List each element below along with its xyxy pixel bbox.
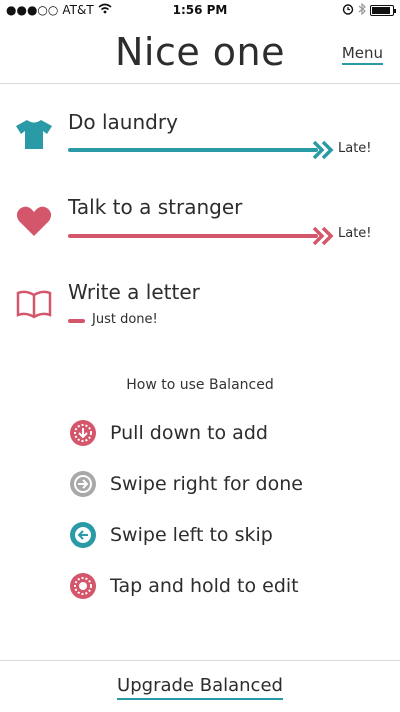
chevron-right-icon [312,140,334,164]
task-status: Late! [338,141,372,156]
book-icon [14,284,54,324]
task-progress-bar [68,234,318,238]
howto-item: Swipe left to skip [70,520,273,550]
status-bar: ●●●○○ AT&T 1:56 PM [0,0,400,22]
arrow-down-icon [70,420,96,446]
howto-label: Swipe right for done [110,473,303,495]
task-item[interactable]: Write a letter Just done! [0,280,400,340]
upgrade-container: Upgrade Balanced [0,675,400,700]
heart-icon [14,201,54,241]
howto-item: Pull down to add [70,418,268,448]
upgrade-button[interactable]: Upgrade Balanced [117,675,283,700]
task-title: Write a letter [68,280,200,304]
header: Nice one Menu [0,22,400,84]
howto-item: Tap and hold to edit [70,571,299,601]
arrow-left-icon [70,522,96,548]
battery-fill [372,7,390,14]
arrow-right-icon [70,471,96,497]
battery-icon [370,5,396,16]
task-title: Talk to a stranger [68,195,243,219]
bluetooth-icon [358,2,366,18]
menu-button[interactable]: Menu [341,44,383,65]
task-progress-bar [68,319,85,323]
chevron-right-icon [312,226,334,250]
task-item[interactable]: Talk to a stranger Late! [0,195,400,255]
task-status: Late! [338,226,372,241]
howto-label: Swipe left to skip [110,524,273,546]
page-title: Nice one [114,30,286,74]
task-progress-bar [68,148,318,152]
footer: Upgrade Balanced [0,660,400,712]
status-right [342,2,396,18]
tshirt-icon [14,114,54,154]
status-time: 1:56 PM [172,3,228,17]
alarm-icon [342,3,354,18]
howto-title: How to use Balanced [126,377,274,393]
howto-item: Swipe right for done [70,469,303,499]
howto-label: Pull down to add [110,422,268,444]
task-title: Do laundry [68,110,178,134]
dot-icon [70,573,96,599]
howto-label: Tap and hold to edit [110,575,299,597]
task-status: Just done! [92,312,158,327]
task-item[interactable]: Do laundry Late! [0,110,400,170]
